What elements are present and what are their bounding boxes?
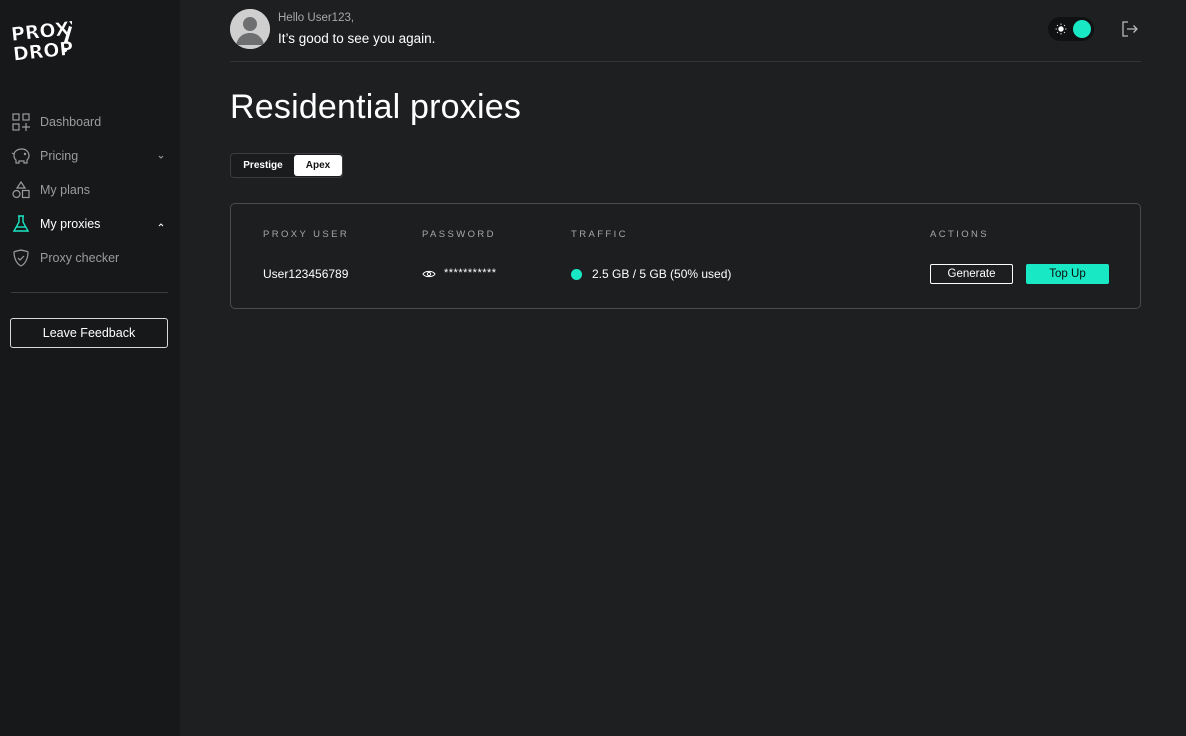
proxydrop-logo[interactable]: PROXY DROP xyxy=(10,16,85,66)
sidebar-item-pricing[interactable]: Pricing xyxy=(0,139,180,173)
sidebar-item-label: My proxies xyxy=(40,217,101,231)
password-field: *********** xyxy=(422,267,497,279)
tab-prestige[interactable]: Prestige xyxy=(232,155,294,176)
grid-plus-icon xyxy=(11,112,31,132)
traffic-value: 2.5 GB / 5 GB (50% used) xyxy=(571,267,731,281)
sidebar-item-dashboard[interactable]: Dashboard xyxy=(0,105,180,139)
sidebar-item-label: Proxy checker xyxy=(40,251,120,265)
column-header-proxy-user: PROXY USER xyxy=(263,229,350,240)
column-header-traffic: TRAFFIC xyxy=(571,229,628,240)
sun-icon xyxy=(1054,22,1068,36)
chevron-down-icon[interactable] xyxy=(156,149,166,159)
shapes-icon xyxy=(11,180,31,200)
sidebar-item-label: Pricing xyxy=(40,149,79,163)
column-header-actions: ACTIONS xyxy=(930,229,990,240)
avatar[interactable] xyxy=(230,9,270,49)
piggy-bank-icon xyxy=(11,146,31,166)
leave-feedback-button[interactable]: Leave Feedback xyxy=(10,318,168,348)
traffic-status-dot xyxy=(571,268,582,280)
top-up-button[interactable]: Top Up xyxy=(1026,264,1109,284)
sidebar-item-my-plans[interactable]: My plans xyxy=(0,173,180,207)
sidebar-item-label: Dashboard xyxy=(40,115,102,129)
column-header-password: PASSWORD xyxy=(422,229,496,240)
logout-icon[interactable] xyxy=(1120,19,1140,39)
page-title: Residential proxies xyxy=(230,88,522,126)
sidebar: PROXY DROP Dashboard Pricing My plans My… xyxy=(0,0,180,736)
proxy-card: PROXY USER PASSWORD TRAFFIC ACTIONS User… xyxy=(230,203,1141,309)
header-divider xyxy=(230,61,1141,62)
sidebar-item-proxy-checker[interactable]: Proxy checker xyxy=(0,241,180,275)
generate-button[interactable]: Generate xyxy=(930,264,1013,284)
shield-check-icon xyxy=(11,248,31,268)
flask-icon xyxy=(11,214,31,234)
greeting-username: Hello User123, xyxy=(278,12,355,24)
chevron-up-icon[interactable] xyxy=(156,217,166,227)
greeting-message: It’s good to see you again. xyxy=(278,31,436,46)
sidebar-divider xyxy=(11,292,168,293)
proxy-type-tabs: Prestige Apex xyxy=(230,153,343,178)
toggle-knob xyxy=(1073,20,1091,38)
sidebar-item-my-proxies[interactable]: My proxies xyxy=(0,207,180,241)
tab-apex[interactable]: Apex xyxy=(294,155,342,176)
sidebar-item-label: My plans xyxy=(40,183,91,197)
eye-icon[interactable] xyxy=(422,268,436,278)
sidebar-nav: Dashboard Pricing My plans My proxies Pr… xyxy=(0,105,180,275)
traffic-text: 2.5 GB / 5 GB (50% used) xyxy=(592,267,732,281)
proxy-user-value: User123456789 xyxy=(263,267,349,281)
password-mask: *********** xyxy=(444,267,497,279)
theme-toggle[interactable] xyxy=(1048,17,1094,41)
